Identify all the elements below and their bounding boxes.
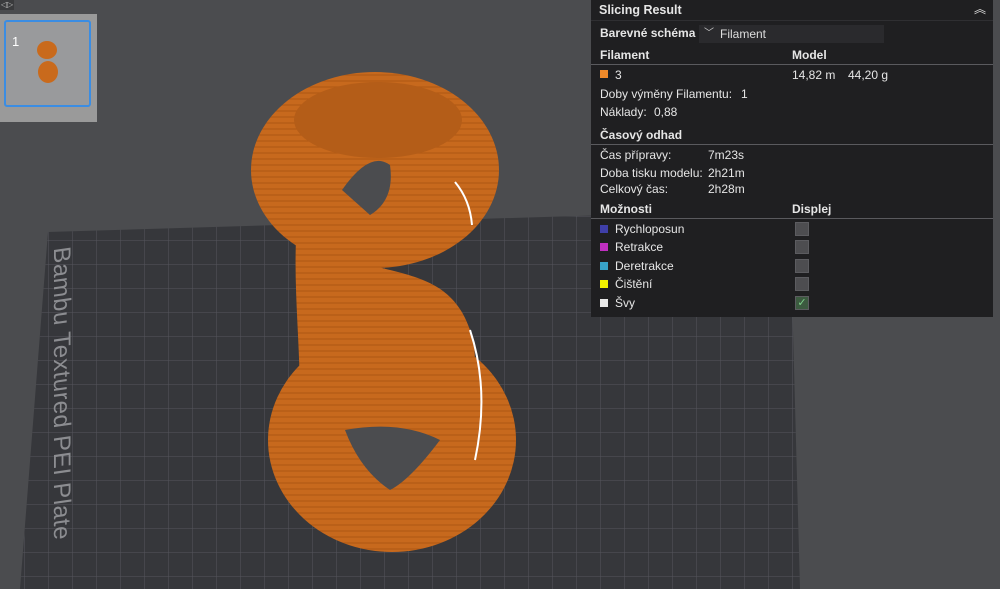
slicing-result-panel: Slicing Result ︽ Barevné schéma Filament…: [591, 0, 993, 317]
color-scheme-dropdown[interactable]: ﹀ Filament: [699, 25, 884, 43]
collapse-icon[interactable]: ︽: [973, 2, 987, 16]
option-seams-checkbox[interactable]: ✓: [795, 296, 809, 310]
filament-changes-label: Doby výměny Filamentu:: [600, 87, 733, 101]
filament-column-header: Filament: [600, 48, 650, 62]
filament-changes-value: 1: [741, 87, 748, 101]
wipe-color-swatch: [600, 280, 608, 288]
prepare-time-value: 7m23s: [708, 148, 745, 162]
option-wipe-checkbox[interactable]: [795, 277, 809, 291]
option-deretraction-label: Deretrakce: [615, 259, 674, 273]
retraction-color-swatch: [600, 243, 608, 251]
expand-handle-icon[interactable]: ◁▷: [0, 0, 14, 10]
plate-thumbnail[interactable]: 1: [0, 14, 97, 122]
print-time-value: 2h21m: [708, 166, 745, 180]
option-travel-label: Rychloposun: [615, 222, 685, 236]
total-time-label: Celkový čas:: [600, 182, 669, 196]
display-column-header: Displej: [792, 202, 832, 216]
color-scheme-label: Barevné schéma: [600, 26, 696, 40]
option-deretraction-checkbox[interactable]: [795, 259, 809, 273]
option-wipe-label: Čištění: [615, 277, 653, 291]
option-seams-label: Švy: [615, 296, 636, 310]
cost-value: 0,88: [654, 105, 678, 119]
filament-weight: 44,20 g: [848, 68, 889, 82]
deretraction-color-swatch: [600, 262, 608, 270]
panel-title: Slicing Result: [591, 0, 993, 21]
option-retraction-label: Retrakce: [615, 240, 664, 254]
print-time-label: Doba tisku modelu:: [600, 166, 703, 180]
seams-color-swatch: [600, 299, 608, 307]
plate-number: 1: [12, 34, 20, 49]
plate-label: Bambu Textured PEI Plate: [48, 245, 75, 542]
cost-label: Náklady:: [600, 105, 647, 119]
filament-id: 3: [615, 68, 622, 82]
option-retraction-checkbox[interactable]: [795, 240, 809, 254]
options-column-header: Možnosti: [600, 202, 652, 216]
option-travel-checkbox[interactable]: [795, 222, 809, 236]
travel-color-swatch: [600, 225, 608, 233]
prepare-time-label: Čas přípravy:: [600, 148, 672, 162]
chevron-down-icon: ﹀: [704, 28, 714, 39]
time-estimate-section: Časový odhad: [600, 128, 683, 142]
filament-color-swatch: [600, 70, 608, 78]
color-scheme-value: Filament: [720, 27, 767, 41]
model-column-header: Model: [792, 48, 827, 62]
total-time-value: 2h28m: [708, 182, 745, 196]
filament-length: 14,82 m: [792, 68, 836, 82]
